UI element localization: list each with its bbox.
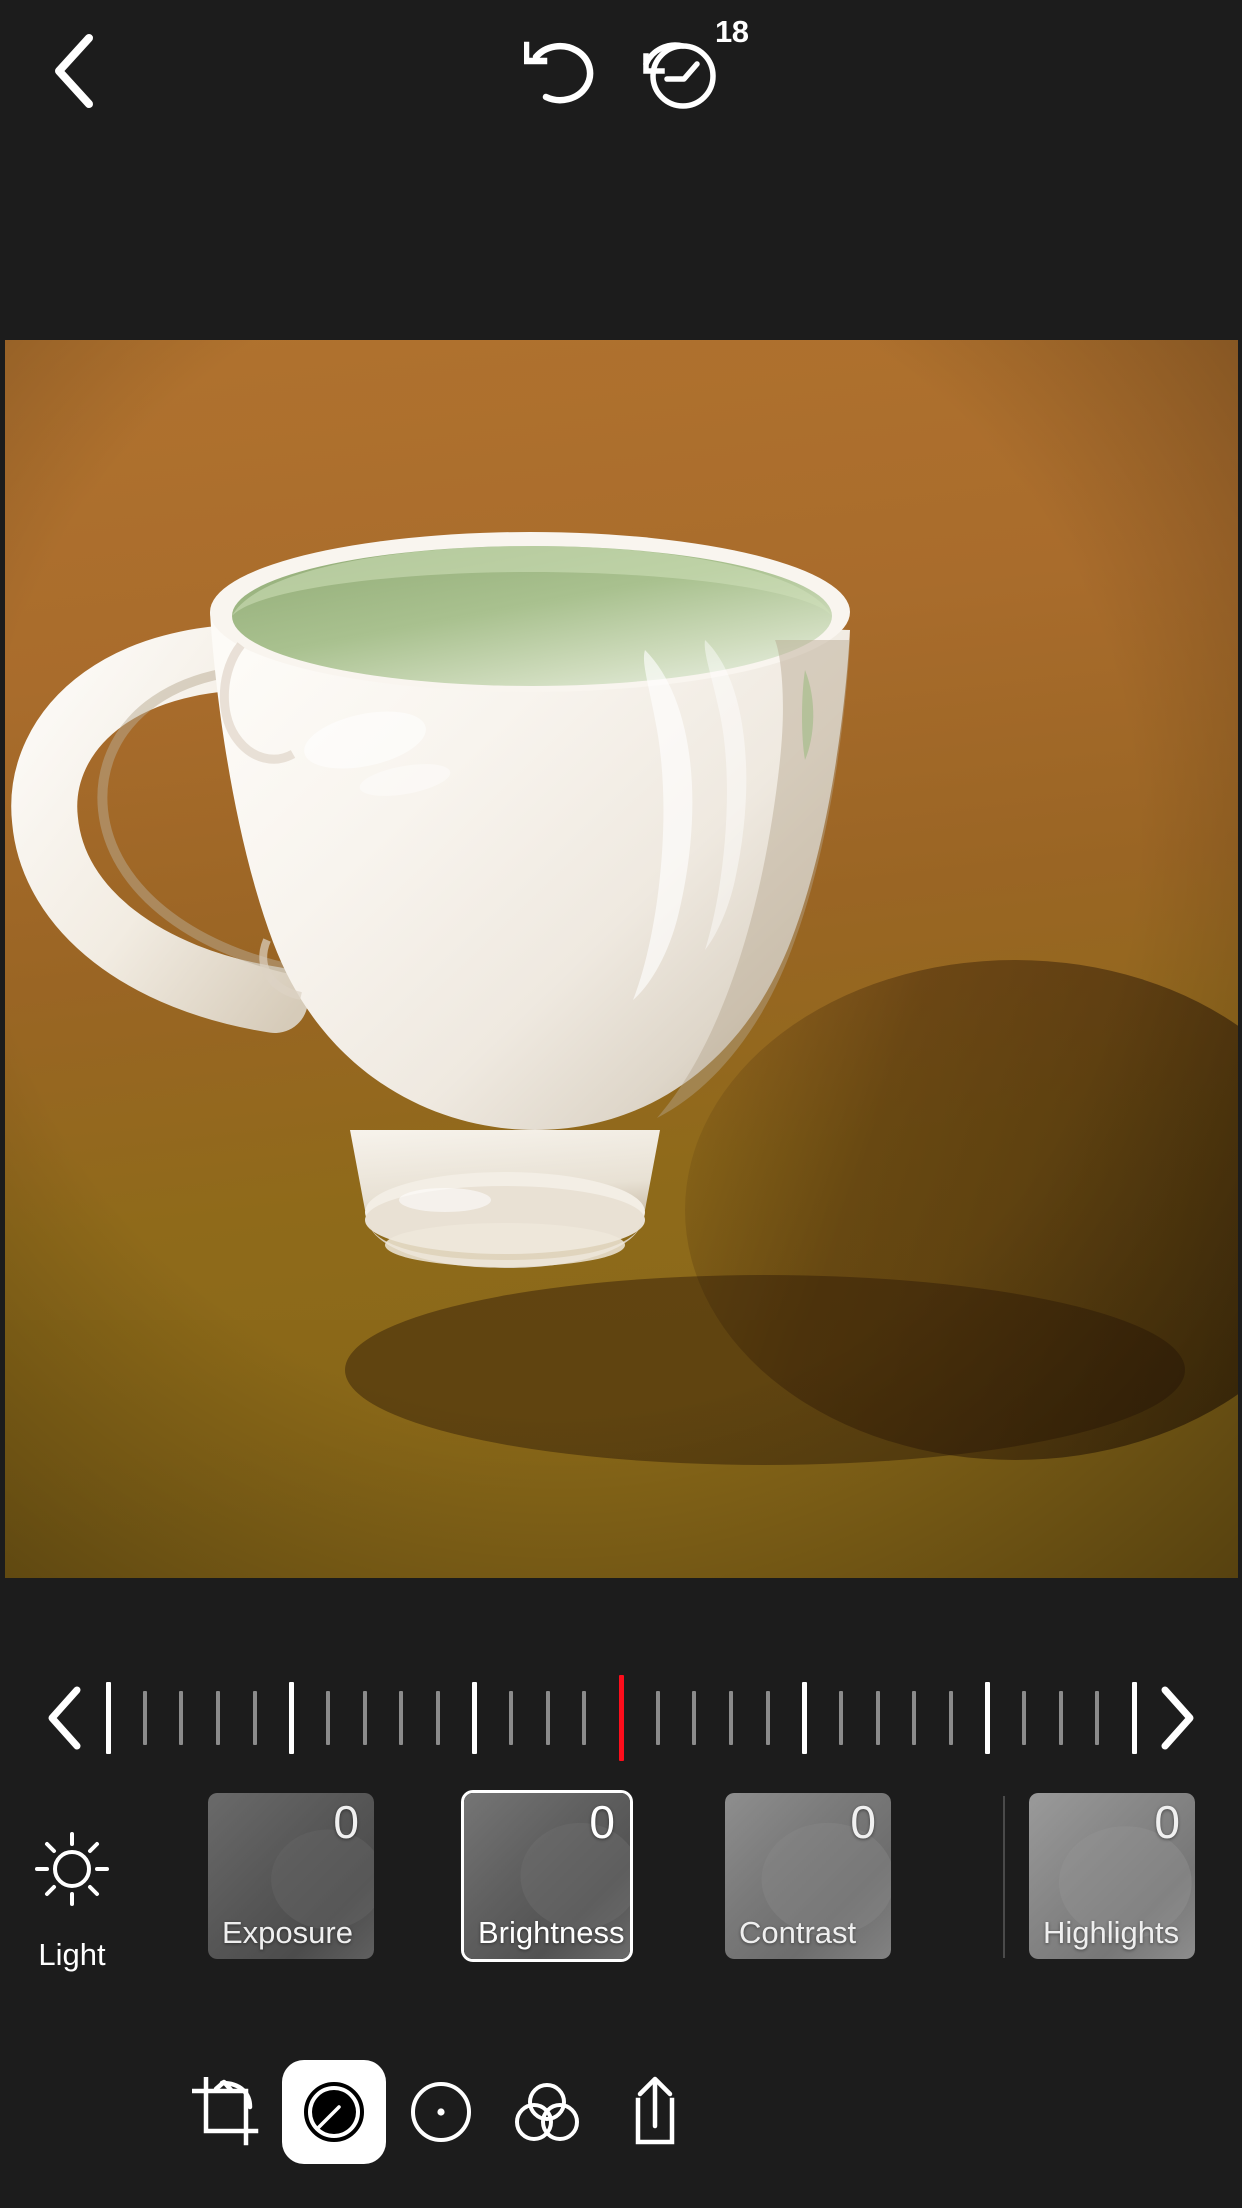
photo-editor-screen: 18 Light 0 Exposure 0 Brightness 0 Contr… (0, 0, 1242, 2208)
circle-dot-icon (411, 2082, 471, 2142)
slider-tick (765, 1690, 770, 1745)
slider-track[interactable] (100, 1640, 1142, 1795)
slider-tick (1095, 1690, 1100, 1745)
slider-tick (655, 1690, 660, 1745)
slider-tick (471, 1681, 477, 1754)
crop-rotate-icon (192, 2077, 259, 2146)
slider-tick (801, 1681, 807, 1754)
edited-photo (5, 340, 1238, 1578)
slider-tick (215, 1690, 220, 1745)
tile-label: Highlights (1043, 1915, 1180, 1950)
three-circles-icon (515, 2083, 579, 2141)
adjust-tile-brightness[interactable]: 0 Brightness (461, 1790, 633, 1962)
slider-tick (728, 1690, 733, 1745)
slider-tick (875, 1690, 880, 1745)
share-icon (635, 2076, 675, 2145)
slider-tick (435, 1690, 440, 1745)
adjust-group-label: Light (38, 1937, 106, 1972)
slider-tick (288, 1681, 294, 1754)
slider-cursor-tick (618, 1674, 624, 1761)
tool-vignette[interactable] (381, 2052, 501, 2172)
chevron-left-icon (48, 1686, 81, 1749)
tile-label: Brightness (478, 1915, 625, 1950)
bottom-toolbar (0, 2038, 1242, 2208)
tool-crop[interactable] (167, 2052, 287, 2172)
photo-canvas[interactable] (5, 340, 1238, 1578)
slider-next-button[interactable] (1122, 1640, 1232, 1795)
slider-tick (399, 1690, 404, 1745)
undo-button[interactable] (510, 20, 620, 120)
slider-tick (142, 1690, 147, 1745)
undo-arrow-icon (524, 41, 594, 104)
adjust-tile-contrast[interactable]: 0 Contrast (722, 1790, 894, 1962)
tile-label: Contrast (739, 1915, 857, 1950)
tool-filters[interactable] (487, 2052, 607, 2172)
slider-tick (912, 1690, 917, 1745)
tiles-divider (1003, 1796, 1005, 1958)
slider-tick (252, 1690, 257, 1745)
history-clock-icon (643, 34, 719, 117)
slider-tick (509, 1690, 514, 1745)
slider-tick (105, 1681, 111, 1754)
value-slider[interactable] (0, 1640, 1242, 1795)
slider-tick (545, 1690, 550, 1745)
slider-tick (1058, 1690, 1063, 1745)
adjustment-tiles-row: Light 0 Exposure 0 Brightness 0 Contrast… (0, 1790, 1242, 2005)
tile-value: 0 (850, 1796, 876, 1848)
top-toolbar: 18 (0, 0, 1242, 160)
tool-adjust[interactable] (282, 2060, 386, 2164)
revert-count-badge: 18 (715, 14, 749, 49)
slider-tick (692, 1690, 697, 1745)
slider-tick (582, 1690, 587, 1745)
back-button[interactable] (34, 26, 114, 116)
tile-label: Exposure (222, 1915, 353, 1950)
adjust-group-light[interactable]: Light (22, 1790, 122, 2005)
slider-tick (838, 1690, 843, 1745)
chevron-right-icon (1161, 1686, 1194, 1749)
adjust-tile-highlights[interactable]: 0 Highlights (1026, 1790, 1198, 1962)
adjust-dial-icon (304, 2082, 364, 2142)
tile-value: 0 (589, 1796, 615, 1848)
tile-value: 0 (1154, 1796, 1180, 1848)
tile-value: 0 (333, 1796, 359, 1848)
slider-tick (179, 1690, 184, 1745)
slider-tick (325, 1690, 330, 1745)
sun-icon (33, 1830, 111, 1913)
adjust-tile-exposure[interactable]: 0 Exposure (205, 1790, 377, 1962)
slider-tick (948, 1690, 953, 1745)
slider-tick (1022, 1690, 1027, 1745)
tool-share[interactable] (595, 2052, 715, 2172)
chevron-left-icon (55, 34, 93, 108)
slider-tick (362, 1690, 367, 1745)
slider-tick (984, 1681, 990, 1754)
revert-button[interactable]: 18 (635, 12, 765, 122)
